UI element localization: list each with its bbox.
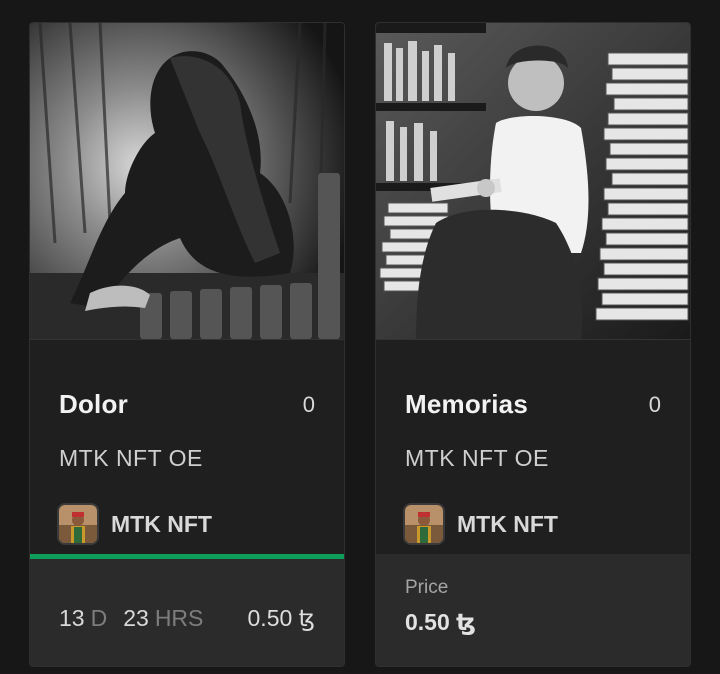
creator-avatar <box>403 503 445 545</box>
nft-title[interactable]: Memorias <box>405 389 528 420</box>
nft-artwork-image[interactable] <box>30 23 344 340</box>
card-footer: Price 0.50 ꜩ <box>376 554 690 666</box>
card-footer: 13 D 23 HRS 0.50 ꜩ <box>30 559 344 666</box>
nft-info: Dolor 0 MTK NFT OE MTK NFT <box>30 340 344 555</box>
nft-card-grid: Dolor 0 MTK NFT OE MTK NFT 13 D 23 HRS 0… <box>0 0 720 674</box>
countdown-days: 13 <box>59 605 85 631</box>
nft-card[interactable]: Memorias 0 MTK NFT OE MTK NFT Price 0.50… <box>375 22 691 667</box>
collection-name[interactable]: MTK NFT OE <box>405 445 549 472</box>
price-label: Price <box>405 577 449 598</box>
edition-count: 0 <box>648 392 661 417</box>
creator-avatar <box>57 503 99 545</box>
countdown-hours: 23 <box>123 605 149 631</box>
auction-countdown: 13 D 23 HRS <box>59 605 219 632</box>
nft-title[interactable]: Dolor <box>59 389 128 420</box>
creator-name: MTK NFT <box>111 510 212 537</box>
creator-name: MTK NFT <box>457 510 558 537</box>
countdown-days-unit: D <box>90 605 108 631</box>
creator-link[interactable]: MTK NFT <box>57 501 212 547</box>
collection-name[interactable]: MTK NFT OE <box>59 445 203 472</box>
countdown-hours-unit: HRS <box>154 605 204 631</box>
nft-price: 0.50 ꜩ <box>405 609 476 635</box>
nft-artwork-image[interactable] <box>376 23 690 340</box>
nft-price: 0.50 ꜩ <box>247 605 315 631</box>
creator-link[interactable]: MTK NFT <box>403 501 558 547</box>
nft-info: Memorias 0 MTK NFT OE MTK NFT <box>376 340 690 555</box>
edition-count: 0 <box>302 392 315 417</box>
nft-card[interactable]: Dolor 0 MTK NFT OE MTK NFT 13 D 23 HRS 0… <box>29 22 345 667</box>
